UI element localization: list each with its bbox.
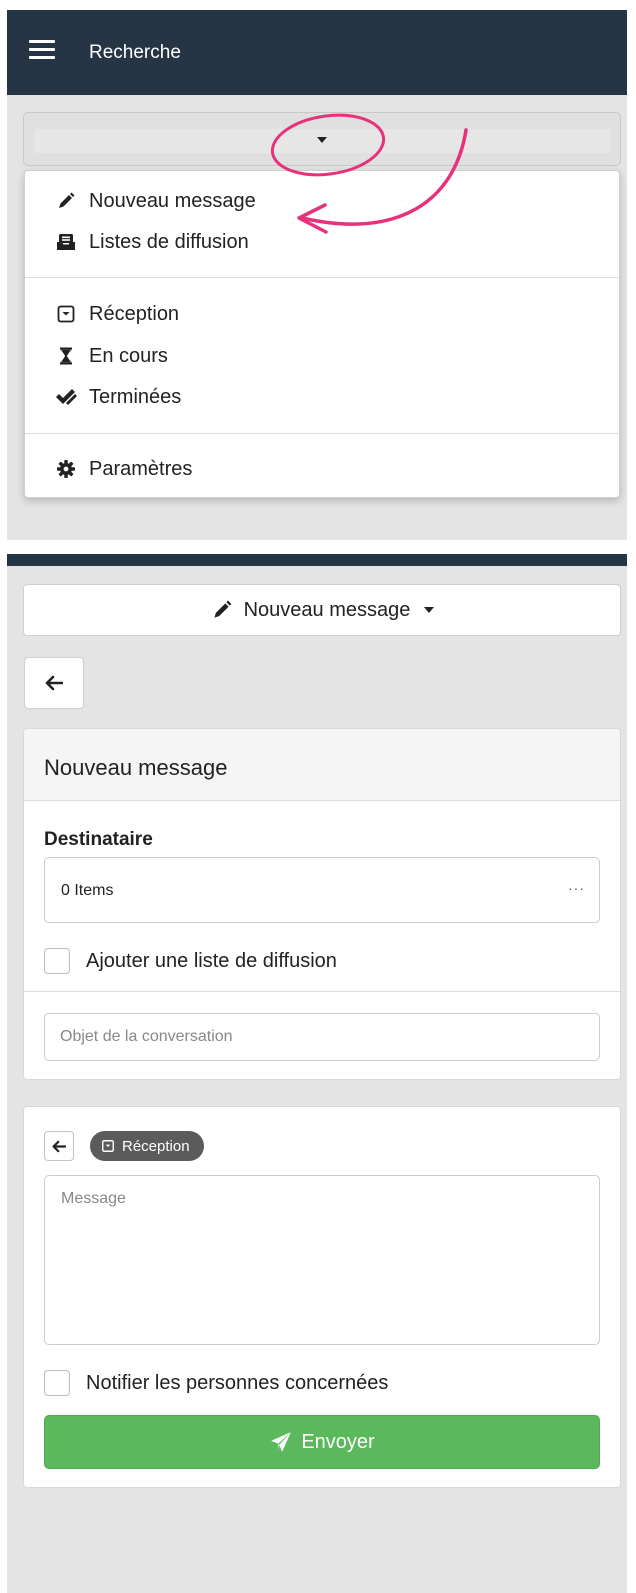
notify-label: Notifier les personnes concernées — [86, 1371, 389, 1394]
top-app-bar — [7, 554, 627, 566]
menu-item-nouveau-message[interactable]: Nouveau message — [55, 187, 256, 215]
top-app-bar: Recherche — [7, 10, 627, 95]
arrow-left-icon — [45, 675, 63, 691]
card-header: Nouveau message — [24, 729, 620, 801]
paper-plane-icon — [269, 1430, 293, 1454]
send-label: Envoyer — [301, 1430, 375, 1453]
inbox-icon — [100, 1138, 116, 1154]
new-message-form-card: Nouveau message Destinataire 0 Items ···… — [23, 728, 621, 1080]
inbox-icon — [55, 303, 77, 325]
form-title: Nouveau message — [44, 755, 228, 780]
view-select-toggle[interactable]: Nouveau message — [23, 584, 621, 636]
message-textarea[interactable] — [44, 1175, 600, 1345]
subject-input[interactable] — [44, 1013, 600, 1061]
app-title: Recherche — [89, 42, 181, 63]
menu-screenshot-panel: Recherche Nouveau message Listes de diff… — [7, 10, 627, 540]
arrow-left-icon — [52, 1140, 66, 1152]
menu-item-listes-diffusion[interactable]: Listes de diffusion — [55, 228, 249, 256]
pencil-icon — [55, 190, 77, 212]
menu-divider — [25, 277, 619, 278]
gear-icon — [55, 458, 77, 480]
double-check-icon — [55, 386, 77, 408]
send-button[interactable]: Envoyer — [44, 1415, 600, 1469]
new-message-screenshot-panel: Nouveau message Nouveau message Destinat… — [7, 554, 627, 1593]
menu-item-terminees[interactable]: Terminées — [55, 383, 181, 411]
hourglass-icon — [55, 345, 77, 367]
more-options-icon[interactable]: ··· — [568, 880, 585, 896]
hamburger-icon[interactable] — [29, 40, 55, 60]
folder-badge-reception: Réception — [90, 1131, 204, 1161]
view-select-label: Nouveau message — [243, 598, 411, 621]
menu-item-en-cours[interactable]: En cours — [55, 342, 168, 370]
add-list-checkbox[interactable] — [44, 948, 70, 974]
view-dropdown-menu: Nouveau message Listes de diffusion Réce… — [24, 170, 620, 498]
caret-down-icon — [424, 607, 435, 613]
caret-down-icon — [317, 137, 327, 143]
recipient-picker[interactable]: 0 Items ··· — [44, 857, 600, 923]
notify-checkbox[interactable] — [44, 1370, 70, 1396]
add-list-label: Ajouter une liste de diffusion — [86, 949, 337, 972]
add-list-row[interactable]: Ajouter une liste de diffusion — [44, 947, 337, 975]
menu-item-reception[interactable]: Réception — [55, 300, 179, 328]
menu-divider — [25, 433, 619, 434]
mailbox-list-icon — [55, 231, 77, 253]
back-button[interactable] — [24, 657, 84, 709]
recipient-label: Destinataire — [44, 829, 153, 850]
back-small-button[interactable] — [44, 1131, 74, 1161]
message-compose-card: Réception Notifier les personnes concern… — [23, 1106, 621, 1488]
pencil-icon — [210, 598, 234, 622]
view-select-toggle[interactable] — [23, 112, 621, 166]
menu-item-parametres[interactable]: Paramètres — [55, 455, 192, 483]
badge-label: Réception — [122, 1137, 190, 1155]
recipient-count: 0 Items — [61, 882, 114, 899]
notify-row[interactable]: Notifier les personnes concernées — [44, 1369, 388, 1397]
form-divider — [24, 991, 620, 992]
